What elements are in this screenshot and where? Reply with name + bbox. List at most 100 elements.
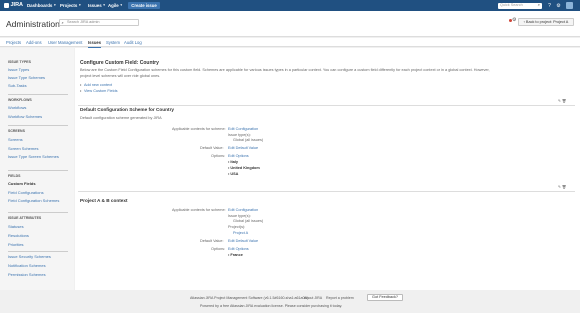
delete-icon[interactable]: 🗑 xyxy=(562,185,566,189)
issue-types-label: Issue type(s): xyxy=(228,214,251,218)
sidebar-item-workflow-schemes[interactable]: Workflow Schemes xyxy=(8,114,42,120)
issue-types-value: Global (all issues) xyxy=(233,219,264,223)
issue-types-value: Global (all issues) xyxy=(233,138,264,142)
nav-projects[interactable]: Projects ▼ xyxy=(60,0,81,11)
quick-search-input[interactable]: Quick Search ⌕ xyxy=(498,2,542,9)
create-issue-button[interactable]: Create issue xyxy=(128,2,160,9)
sidebar-heading-screens: SCREENS xyxy=(8,129,25,133)
back-button-label: Back to project: Project A xyxy=(525,19,569,24)
edit-icon[interactable]: ✎ xyxy=(558,99,561,103)
sidebar-divider xyxy=(8,125,68,126)
help-icon[interactable]: ? xyxy=(546,2,553,9)
scheme-divider xyxy=(78,105,575,106)
sidebar-item-field-configuration-schemes[interactable]: Field Configuration Schemes xyxy=(8,198,68,204)
sidebar-divider xyxy=(8,251,68,252)
sidebar: ISSUE TYPES Issue Types Issue Type Schem… xyxy=(0,48,74,300)
scheme-title: Default Configuration Scheme for Country xyxy=(80,107,175,112)
tab-audit-log[interactable]: Audit Log xyxy=(124,40,142,45)
nav-issues[interactable]: Issues ▼ xyxy=(88,0,106,11)
edit-default-value-link[interactable]: Edit Default Value xyxy=(228,239,258,244)
gear-icon[interactable]: ⚙ xyxy=(512,17,516,23)
avatar[interactable] xyxy=(566,2,573,9)
add-new-context-link[interactable]: Add new context xyxy=(84,83,112,88)
tab-user-management[interactable]: User Management xyxy=(48,40,82,45)
sidebar-item-workflows[interactable]: Workflows xyxy=(8,105,26,111)
gear-icon[interactable]: ⚙ xyxy=(555,2,562,9)
edit-default-value-link[interactable]: Edit Default Value xyxy=(228,146,258,151)
main-content: Configure Custom Field: Country Below ar… xyxy=(75,48,580,300)
bullet-icon: • xyxy=(80,83,82,87)
search-icon: ⌕ xyxy=(61,19,64,25)
chevron-down-icon: ▼ xyxy=(53,2,57,7)
option-label: Italy xyxy=(230,160,238,164)
admin-search-placeholder: Search JIRA admin xyxy=(67,20,100,25)
sidebar-item-permission-schemes[interactable]: Permission Schemes xyxy=(8,272,46,278)
scheme-actions: ✎ 🗑 xyxy=(558,185,566,189)
sidebar-item-statuses[interactable]: Statuses xyxy=(8,224,24,230)
jira-logo[interactable]: JIRA xyxy=(4,2,23,9)
sidebar-item-issue-types[interactable]: Issue Types xyxy=(8,67,29,73)
delete-icon[interactable]: 🗑 xyxy=(562,99,566,103)
atlassian-logo-icon xyxy=(4,3,9,8)
sidebar-divider xyxy=(8,212,68,213)
scheme-divider xyxy=(78,191,575,192)
back-to-project-button[interactable]: ‹ Back to project: Project A xyxy=(518,18,574,26)
footer-version: Atlassian JIRA Project Management Softwa… xyxy=(190,296,309,300)
option-label: France xyxy=(230,253,243,257)
admin-search-input[interactable]: ⌕ Search JIRA admin xyxy=(59,19,139,26)
admin-tabs: Projects Add-ons User Management Issues … xyxy=(0,38,580,48)
nav-issues-label: Issues xyxy=(88,2,102,8)
nav-agile[interactable]: Agile ▼ xyxy=(108,0,123,11)
edit-configuration-link[interactable]: Edit Configuration xyxy=(228,208,258,213)
chevron-down-icon: ▼ xyxy=(119,2,123,7)
search-icon: ⌕ xyxy=(537,2,540,7)
sidebar-item-screen-schemes[interactable]: Screen Schemes xyxy=(8,146,38,152)
report-problem-link[interactable]: Report a problem xyxy=(326,296,354,300)
sidebar-item-field-configurations[interactable]: Field Configurations xyxy=(8,190,44,196)
nav-dashboards-label: Dashboards xyxy=(27,2,53,8)
option-item: • France xyxy=(228,253,243,257)
edit-icon[interactable]: ✎ xyxy=(558,185,561,189)
option-label: United Kingdom xyxy=(230,166,260,170)
got-feedback-button[interactable]: Got Feedback? xyxy=(367,294,403,301)
issue-types-label: Issue type(s): xyxy=(228,133,251,137)
view-custom-fields-link[interactable]: View Custom Fields xyxy=(84,89,117,94)
sidebar-item-resolutions[interactable]: Resolutions xyxy=(8,233,29,239)
contexts-label: Applicable contexts for scheme: xyxy=(172,208,226,212)
sidebar-item-screens[interactable]: Screens xyxy=(8,137,23,143)
option-item: • United Kingdom xyxy=(228,166,260,170)
sidebar-heading-issue-types: ISSUE TYPES xyxy=(8,60,31,64)
project-link[interactable]: Project A xyxy=(233,231,248,236)
edit-options-link[interactable]: Edit Options xyxy=(228,154,249,159)
footer-license-note: Powered by a free Atlassian JIRA evaluat… xyxy=(200,304,343,308)
sidebar-item-custom-fields[interactable]: Custom Fields xyxy=(8,181,36,187)
sidebar-heading-issue-attributes: ISSUE ATTRIBUTES xyxy=(8,216,42,220)
sidebar-divider xyxy=(8,94,68,95)
chevron-down-icon: ▼ xyxy=(78,2,82,7)
footer: Atlassian JIRA Project Management Softwa… xyxy=(0,290,580,313)
sidebar-item-sub-tasks[interactable]: Sub-Tasks xyxy=(8,83,27,89)
tab-projects[interactable]: Projects xyxy=(6,40,21,45)
sidebar-divider xyxy=(8,170,68,171)
edit-configuration-link[interactable]: Edit Configuration xyxy=(228,127,258,132)
sidebar-item-issue-type-screen-schemes[interactable]: Issue Type Screen Schemes xyxy=(8,154,68,160)
tab-add-ons[interactable]: Add-ons xyxy=(26,40,42,45)
nav-dashboards[interactable]: Dashboards ▼ xyxy=(27,0,56,11)
admin-header: Administration ⌕ Search JIRA admin xyxy=(0,11,580,37)
sidebar-item-issue-type-schemes[interactable]: Issue Type Schemes xyxy=(8,75,45,81)
option-item: • USA xyxy=(228,172,239,176)
sidebar-item-notification-schemes[interactable]: Notification Schemes xyxy=(8,263,46,269)
quick-search-placeholder: Quick Search xyxy=(500,3,523,8)
chevron-down-icon: ▼ xyxy=(102,2,106,7)
sidebar-item-priorities[interactable]: Priorities xyxy=(8,242,24,248)
tab-system[interactable]: System xyxy=(106,40,120,45)
about-jira-link[interactable]: About JIRA xyxy=(304,296,322,300)
sidebar-item-issue-security-schemes[interactable]: Issue Security Schemes xyxy=(8,254,51,260)
nav-agile-label: Agile xyxy=(108,2,119,8)
edit-options-link[interactable]: Edit Options xyxy=(228,247,249,252)
sidebar-heading-fields: FIELDS xyxy=(8,174,21,178)
tab-issues[interactable]: Issues xyxy=(88,40,102,48)
projects-label: Project(s): xyxy=(228,225,246,229)
option-label: USA xyxy=(230,172,239,176)
bullet-icon: • xyxy=(80,89,82,93)
